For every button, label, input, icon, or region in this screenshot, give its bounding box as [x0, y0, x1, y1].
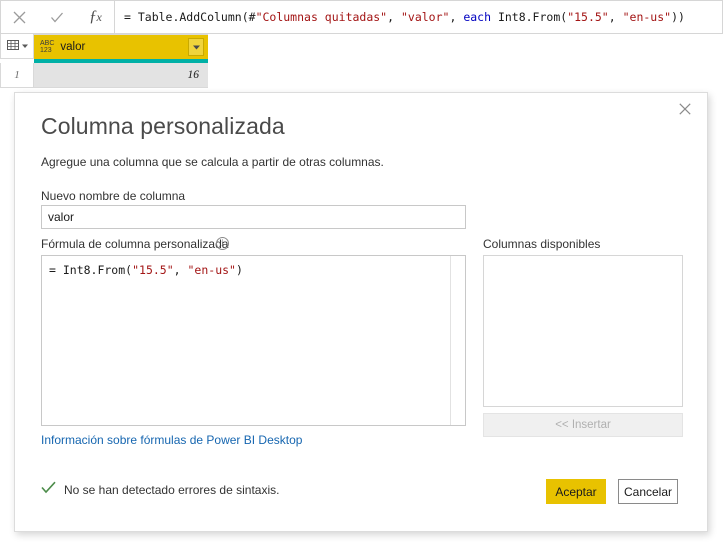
custom-formula-label: Fórmula de columna personalizada [41, 237, 229, 251]
table-row: 1 16 [0, 63, 208, 88]
status-text: No se han detectado errores de sintaxis. [64, 483, 280, 497]
close-icon[interactable] [663, 93, 707, 125]
row-number: 1 [0, 63, 34, 88]
app-root: ƒx = Table.AddColumn(#"Columnas quitadas… [0, 0, 723, 543]
column-header-label: valor [60, 41, 86, 53]
available-columns-list[interactable] [483, 255, 683, 407]
page-title: Columna personalizada [41, 113, 285, 139]
type-badge-line1: ABC [40, 39, 55, 47]
column-header-valor[interactable]: ABC 123 valor [34, 34, 208, 59]
chevron-down-icon[interactable] [188, 38, 204, 56]
formula-bar-icons: ƒx [0, 0, 114, 34]
formula-bar-input[interactable]: = Table.AddColumn(#"Columnas quitadas", … [114, 0, 723, 34]
fx-icon[interactable]: ƒx [80, 4, 110, 30]
row-cell-valor[interactable]: 16 [34, 63, 208, 88]
new-column-name-label: Nuevo nombre de columna [41, 189, 186, 203]
dialog-subtitle: Agregue una columna que se calcula a par… [41, 155, 384, 169]
new-column-name-input[interactable] [41, 205, 466, 229]
insert-button[interactable]: << Insertar [483, 413, 683, 437]
accept-button[interactable]: Aceptar [546, 479, 606, 504]
formula-scrollbar[interactable] [450, 256, 465, 425]
grid-header-row: ABC 123 valor [0, 34, 208, 59]
x-icon[interactable] [5, 4, 35, 30]
data-preview-grid: ABC 123 valor 1 16 [0, 34, 723, 88]
custom-formula-input[interactable]: = Int8.From("15.5", "en-us") [41, 255, 466, 426]
custom-formula-text: = Int8.From("15.5", "en-us") [49, 263, 243, 277]
power-bi-formulas-help-link[interactable]: Información sobre fórmulas de Power BI D… [41, 433, 302, 447]
check-icon[interactable] [42, 4, 72, 30]
formula-bar-text: = Table.AddColumn(#"Columnas quitadas", … [124, 10, 685, 24]
type-badge-line2: 123 [40, 47, 52, 54]
available-columns-label: Columnas disponibles [483, 237, 601, 251]
table-select-icon[interactable] [0, 34, 34, 59]
check-icon [41, 481, 56, 499]
status-message: No se han detectado errores de sintaxis. [41, 481, 279, 499]
cancel-button[interactable]: Cancelar [618, 479, 678, 504]
custom-column-dialog: Columna personalizada Agregue una column… [14, 92, 708, 532]
formula-bar: ƒx = Table.AddColumn(#"Columnas quitadas… [0, 0, 723, 34]
type-badge-abc123: ABC 123 [40, 40, 54, 55]
info-icon[interactable]: i [216, 237, 229, 250]
